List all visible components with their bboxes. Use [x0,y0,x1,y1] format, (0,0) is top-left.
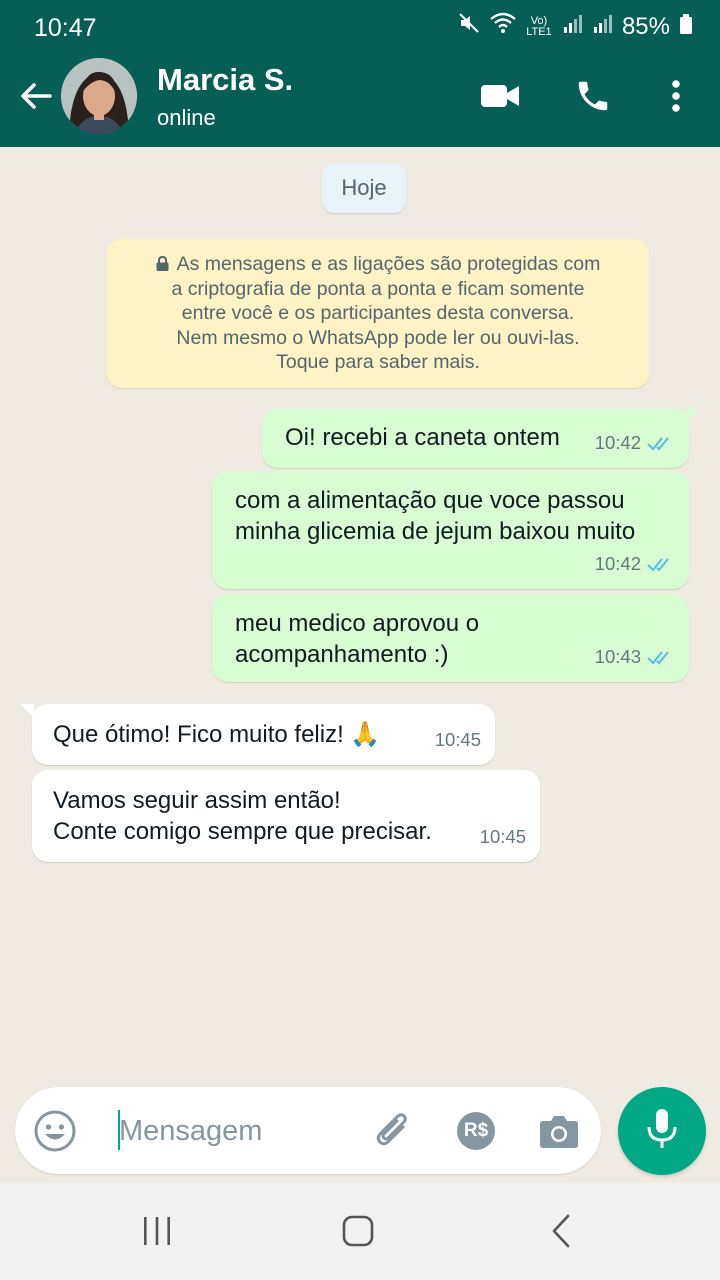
encryption-notice[interactable]: As mensagens e as ligações são protegida… [107,239,649,388]
phone-call-icon[interactable] [571,74,615,118]
message-time: 10:42 [594,553,641,574]
system-navigation-bar [0,1183,720,1280]
camera-icon[interactable] [536,1108,582,1154]
message-text: minha glicemia de jejum baixou muito [235,518,636,545]
message-bubble-incoming[interactable]: Que ótimo! Fico muito feliz! 🙏 10:45 [20,704,495,765]
signal-icon [562,13,582,41]
voice-message-button[interactable] [618,1087,706,1175]
read-receipt-icon [647,557,669,571]
contact-avatar[interactable] [61,58,137,134]
mute-icon [458,12,480,41]
status-bar: 10:47 Vo) LTE1 85% [0,0,720,56]
message-input[interactable] [119,1107,369,1155]
message-time: 10:43 [594,646,641,667]
message-meta: 10:45 [435,724,481,755]
payment-label: R$ [463,1120,489,1141]
wifi-icon [490,12,516,41]
message-time: 10:45 [479,826,526,847]
message-meta: 10:45 [480,821,526,852]
message-text: acompanhamento :) [235,641,449,668]
message-meta: 10:42 [595,548,675,579]
message-text: meu medico aprovou o [235,610,480,637]
contact-status: online [157,105,216,130]
message-text: Que ótimo! Fico muito feliz! 🙏 [53,721,381,748]
message-time: 10:42 [594,432,641,453]
date-separator: Hoje [322,163,406,213]
message-text: com a alimentação que voce passou [235,487,625,514]
read-receipt-icon [647,650,669,664]
message-bubble-outgoing[interactable]: com a alimentação que voce passou minha … [212,471,689,589]
lock-icon [156,253,169,271]
message-bubble-outgoing[interactable]: meu medico aprovou o acompanhamento :) 1… [212,594,689,682]
back-nav-icon[interactable] [541,1211,581,1251]
message-text: Oi! recebi a caneta ontem [285,424,560,451]
notice-line: Nem mesmo o WhatsApp pode ler ou ouvi-la… [176,326,580,349]
message-bubble-outgoing[interactable]: Oi! recebi a caneta ontem 10:42 [262,409,699,468]
notice-line: a criptografia de ponta a ponta e ficam … [171,277,585,300]
emoji-icon[interactable] [32,1108,78,1154]
battery-icon [680,13,692,41]
attach-paperclip-icon[interactable] [371,1108,417,1154]
notice-line: As mensagens e as ligações são protegida… [176,253,601,275]
microphone-icon [645,1107,679,1156]
payment-icon[interactable]: R$ [453,1108,499,1154]
app-bar: Marcia S. online [0,56,720,147]
message-text: Vamos seguir assim então! [53,787,341,814]
battery-percent: 85% [621,12,670,40]
back-arrow-icon[interactable] [16,76,56,116]
chat-header: 10:47 Vo) LTE1 85% Marcia S. online [0,0,720,147]
notice-line: entre você e os participantes desta conv… [181,302,575,325]
video-call-icon[interactable] [478,74,522,118]
chat-area[interactable]: Hoje As mensagens e as ligações são prot… [0,147,720,1082]
message-text: Conte comigo sempre que precisar. [53,818,432,845]
learn-more-link[interactable]: Toque para saber mais. [125,350,631,375]
signal-icon-2 [592,13,612,41]
message-bubble-incoming[interactable]: Vamos seguir assim então! Conte comigo s… [32,770,540,862]
read-receipt-icon [647,436,669,450]
message-composer: R$ [15,1087,601,1174]
home-icon[interactable] [338,1211,378,1251]
message-meta: 10:43 [595,641,675,672]
lte-label: Vo) LTE1 [526,14,552,38]
status-time: 10:47 [34,14,97,42]
recent-apps-icon[interactable] [137,1211,177,1251]
status-icons: Vo) LTE1 85% [458,12,692,41]
message-time: 10:45 [434,729,481,750]
more-options-icon[interactable] [654,74,698,118]
contact-name[interactable]: Marcia S. [157,62,293,98]
message-meta: 10:42 [595,427,675,458]
